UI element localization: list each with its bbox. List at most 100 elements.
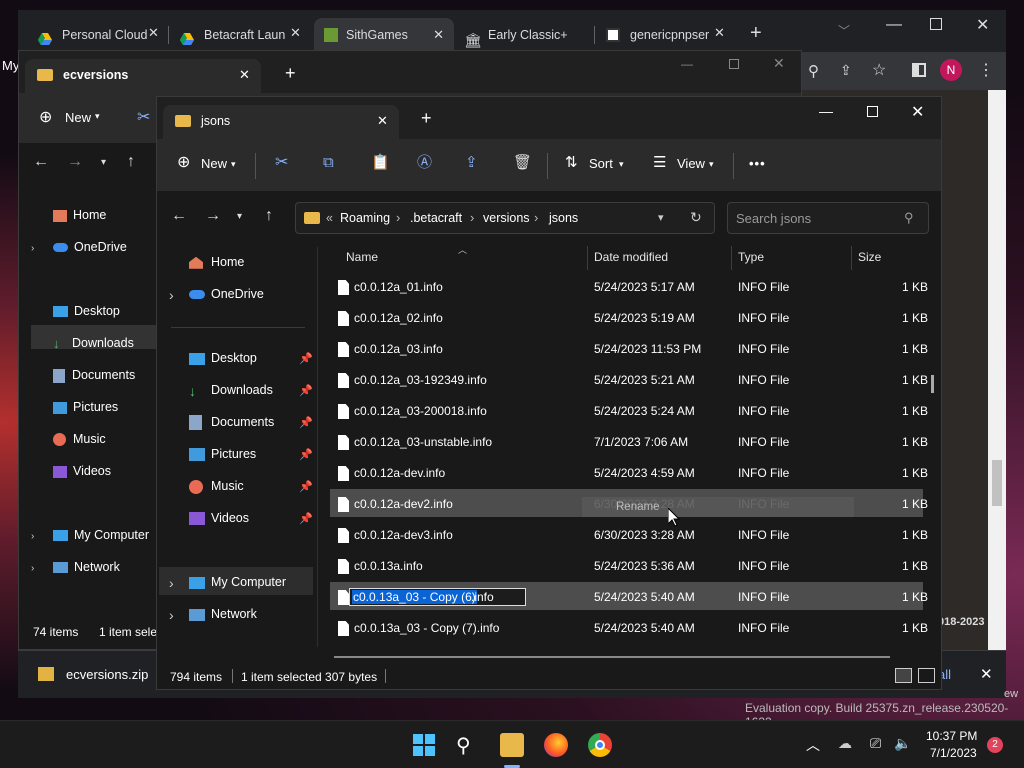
chevron-up-icon[interactable]: ︿ [806, 735, 820, 755]
cut-icon[interactable]: ✂ [137, 107, 150, 127]
pin-icon[interactable]: 📌 [299, 352, 313, 365]
breadcrumb-betacraft[interactable]: .betacraft [410, 211, 462, 225]
scrollbar-thumb[interactable] [992, 460, 1002, 506]
sidebar-item-pictures[interactable]: Pictures [189, 447, 256, 462]
table-row[interactable]: c0.0.13a.info 5/24/2023 5:36 AM INFO File 1… [330, 551, 928, 579]
column-header-type[interactable]: Type [738, 250, 764, 264]
minimize-button[interactable]: — [819, 103, 833, 119]
up-arrow-icon[interactable]: ↑ [265, 207, 273, 225]
chrome-icon[interactable] [588, 733, 612, 757]
copy-icon[interactable]: ⧉ [323, 149, 334, 177]
breadcrumb-versions[interactable]: versions [483, 211, 530, 225]
chevron-down-icon[interactable]: ▾ [237, 211, 242, 222]
cut-icon[interactable]: ✂ [275, 149, 288, 177]
share-icon[interactable]: ⇪ [840, 62, 852, 79]
sidebar-item-downloads[interactable]: ↓ Downloads [189, 383, 273, 398]
scrollbar-thumb[interactable] [931, 375, 934, 393]
new-button[interactable]: New [201, 150, 227, 178]
chrome-tab-3[interactable]: SithGames ✕ [314, 18, 454, 52]
star-icon[interactable]: ☆ [872, 60, 886, 80]
cloud-sync-icon[interactable]: ☁ [838, 735, 852, 752]
chevron-down-icon[interactable]: ▾ [658, 211, 664, 224]
close-shelf-button[interactable]: ✕ [980, 665, 993, 683]
sidebar-item-desktop[interactable]: Desktop [53, 304, 120, 318]
table-row[interactable]: c0.0.12a_01.info 5/24/2023 5:17 AM INFO Fi… [330, 272, 928, 300]
sidebar-item-music[interactable]: Music [53, 432, 106, 447]
explorer-tab[interactable]: jsons ✕ [163, 105, 399, 139]
close-icon[interactable]: ✕ [377, 113, 388, 129]
menu-kebab-icon[interactable]: ⋮ [978, 60, 994, 80]
sidebar-item-home[interactable]: Home [189, 255, 244, 269]
sidebar-item-documents[interactable]: Documents [189, 415, 274, 431]
view-button[interactable]: View [677, 150, 705, 178]
new-tab-button[interactable]: + [750, 22, 762, 45]
back-arrow-icon[interactable]: ← [33, 153, 49, 171]
explorer-tab[interactable]: ecversions ✕ [25, 59, 261, 93]
breadcrumb-overflow[interactable]: « [326, 211, 333, 225]
tiles-view-icon[interactable] [918, 668, 935, 683]
horizontal-scrollbar[interactable] [334, 656, 890, 658]
sidebar-item-network[interactable]: Network [189, 607, 257, 621]
file-explorer-icon[interactable] [500, 733, 524, 757]
rename-icon[interactable]: Ⓐ [417, 149, 432, 177]
back-arrow-icon[interactable]: ← [171, 207, 187, 225]
chrome-tab-4[interactable]: 🏛 Early Classic+ [464, 22, 584, 48]
table-row[interactable]: c0.0.12a-dev3.info 6/30/2023 3:28 AM INFO … [330, 520, 928, 548]
sidebar-item-documents[interactable]: Documents [53, 368, 135, 383]
column-header-size[interactable]: Size [858, 250, 881, 264]
details-view-icon[interactable] [895, 668, 912, 683]
close-window-button[interactable]: ✕ [911, 102, 924, 122]
close-icon[interactable]: ✕ [714, 25, 725, 41]
sidebar-item-music[interactable]: Music [189, 479, 244, 494]
forward-arrow-icon[interactable]: → [205, 207, 221, 225]
chevron-right-icon[interactable]: › [31, 531, 34, 542]
maximize-button[interactable] [867, 106, 878, 117]
breadcrumb-jsons[interactable]: jsons [549, 211, 578, 225]
pin-icon[interactable]: 📌 [299, 416, 313, 429]
new-tab-button[interactable]: + [285, 63, 296, 84]
paste-icon[interactable]: 📋 [371, 149, 390, 177]
profile-avatar[interactable]: N [940, 59, 962, 81]
table-row[interactable]: c0.0.12a_03.info 5/24/2023 11:53 PM INFO F… [330, 334, 928, 362]
table-row[interactable]: c0.0.12a_02.info 5/24/2023 5:19 AM INFO Fi… [330, 303, 928, 331]
maximize-button[interactable] [729, 59, 739, 69]
chevron-right-icon[interactable]: › [31, 243, 34, 254]
download-filename[interactable]: ecversions.zip [66, 667, 148, 682]
table-row[interactable]: c0.0.12a_03-200018.info 5/24/2023 5:24 AM… [330, 396, 928, 424]
forward-arrow-icon[interactable]: → [67, 153, 83, 171]
close-icon[interactable]: ✕ [148, 25, 159, 41]
pin-icon[interactable]: 📌 [299, 448, 313, 461]
chevron-down-icon[interactable]: ﹀ [838, 22, 850, 39]
sidebar-item-onedrive[interactable]: OneDrive [189, 287, 264, 301]
scrollbar[interactable] [988, 90, 1006, 650]
chevron-right-icon[interactable]: › [169, 287, 174, 303]
chrome-tab-1[interactable]: Personal Cloud [38, 22, 160, 48]
column-header-date[interactable]: Date modified [594, 250, 668, 264]
notification-badge[interactable]: 2 [987, 737, 1003, 753]
table-row[interactable]: c0.0.12a_03-unstable.info 7/1/2023 7:06 A… [330, 427, 928, 455]
sidebar-item-network[interactable]: Network [53, 560, 120, 574]
sidepanel-icon[interactable] [912, 63, 926, 77]
minimize-button[interactable]: — [886, 16, 902, 34]
share-icon[interactable]: ⇪ [465, 149, 478, 177]
close-icon[interactable]: ✕ [239, 67, 250, 83]
column-header-name[interactable]: Name [346, 250, 378, 264]
chrome-tab-5[interactable]: genericpnpser [606, 22, 728, 48]
sidebar-item-home[interactable]: Home [53, 208, 106, 222]
table-row[interactable]: c0.0.12a-dev.info 5/24/2023 4:59 AM INFO F… [330, 458, 928, 486]
new-button[interactable]: New [65, 110, 91, 125]
search-icon[interactable]: ⚲ [456, 733, 480, 757]
up-arrow-icon[interactable]: ↑ [127, 153, 135, 171]
table-row[interactable]: c0.0.12a_03-192349.info 5/24/2023 5:21 AM… [330, 365, 928, 393]
search-input[interactable]: Search jsons ⚲ [727, 202, 929, 234]
windows-start-icon[interactable] [412, 733, 436, 757]
firefox-icon[interactable] [544, 733, 568, 757]
network-icon[interactable]: ⎚ [870, 735, 881, 752]
chevron-right-icon[interactable]: › [31, 563, 34, 574]
chevron-right-icon[interactable]: › [169, 607, 174, 623]
pin-icon[interactable]: 📌 [299, 512, 313, 525]
sidebar-item-my-computer[interactable]: My Computer [53, 528, 149, 542]
pin-icon[interactable]: 📌 [299, 480, 313, 493]
new-tab-button[interactable]: + [421, 108, 432, 129]
sort-button[interactable]: Sort [589, 150, 613, 178]
